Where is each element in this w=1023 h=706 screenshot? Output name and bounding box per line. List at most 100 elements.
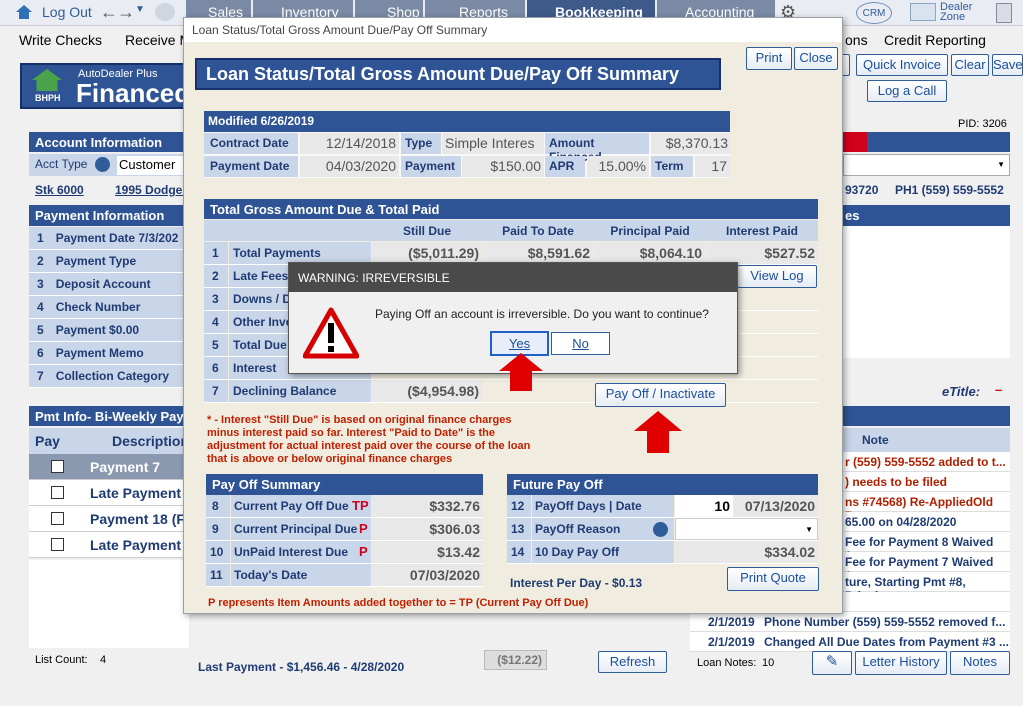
payment-info-row[interactable]: 6 Payment Memo [29, 342, 189, 365]
table-row[interactable]: Late Payment [29, 480, 189, 506]
print-quote-button[interactable]: Print Quote [727, 567, 819, 591]
pid-label: PID: 3206 [958, 118, 1007, 130]
payment-info-row[interactable]: 1 Payment Date 7/3/202 [29, 227, 189, 250]
apr-value: 15.00% [587, 156, 649, 177]
no-button[interactable]: No [551, 332, 610, 355]
table-row[interactable]: Payment 18 (F [29, 506, 189, 532]
loan-notes-label: Loan Notes: [697, 657, 757, 669]
chevron-down-icon: ▼ [805, 525, 813, 534]
menu-write-checks[interactable]: Write Checks [19, 32, 102, 48]
menu-credit-reporting[interactable]: Credit Reporting [884, 32, 986, 48]
dealer-zone-label[interactable]: Dealer Zone [940, 2, 980, 23]
col-pay[interactable]: Pay [35, 433, 60, 449]
col-still-due: Still Due [402, 224, 451, 238]
close-button[interactable]: Close [794, 47, 838, 70]
payoff-reason-lookup-icon[interactable] [653, 522, 668, 537]
payment-label: Payment [401, 156, 461, 177]
account-info-header: Account Information [29, 132, 189, 152]
crm-icon[interactable]: CRM [856, 2, 892, 24]
notes-button[interactable]: Notes [950, 651, 1010, 675]
yes-button[interactable]: Yes [490, 331, 549, 356]
etitle-label: eTitle: [942, 384, 981, 399]
dropdown-arrow-icon[interactable]: ▼ [135, 4, 145, 15]
clear-button[interactable]: Clear [951, 54, 989, 76]
bottom-amount: ($12.22) [484, 650, 547, 670]
payment-info-row[interactable]: 5 Payment $0.00 [29, 319, 189, 342]
list-count-label: List Count: [35, 654, 88, 666]
term-value: 17 [695, 156, 730, 177]
refresh-button[interactable]: Refresh [598, 651, 667, 673]
col-description[interactable]: Description [112, 433, 189, 449]
view-log-button[interactable]: View Log [737, 265, 817, 288]
user-icon[interactable] [155, 3, 175, 21]
log-a-call-button[interactable]: Log a Call [867, 80, 947, 102]
notes-header-bar [843, 406, 1010, 426]
payment-date-value: 04/03/2020 [300, 156, 399, 177]
table-row: 13 PayOff Reason ▼ [507, 518, 818, 541]
calculator-icon[interactable] [996, 3, 1012, 23]
gross-amount-header: Total Gross Amount Due & Total Paid [204, 199, 818, 219]
dialog-title: Loan Status/Total Gross Amount Due/Pay O… [206, 64, 680, 84]
payoff-days-input[interactable]: 10 [675, 495, 733, 517]
payment-date-label: Payment Date [204, 156, 298, 177]
payment-info-row[interactable]: 7 Collection Category [29, 365, 189, 388]
payment-value: $150.00 [462, 156, 544, 177]
payoff-summary-header: Pay Off Summary [206, 474, 483, 495]
payment-info-list: 1 Payment Date 7/3/202 2 Payment Type 3 Dep… [29, 227, 189, 388]
term-label: Term [651, 156, 693, 177]
home-icon[interactable] [15, 4, 33, 20]
acct-type-value[interactable]: Customer [117, 156, 189, 175]
chevron-down-icon: ▼ [997, 160, 1005, 169]
row-checkbox[interactable] [51, 460, 64, 473]
table-row: 14 10 Day Pay Off $334.02 [507, 541, 818, 564]
last-payment-label: Last Payment - $1,456.46 - 4/28/2020 [198, 660, 405, 674]
contract-date-value: 12/14/2018 [300, 133, 399, 154]
row-checkbox[interactable] [51, 538, 64, 551]
logout-link[interactable]: Log Out [42, 4, 92, 20]
apr-label: APR [545, 156, 585, 177]
letter-history-button[interactable]: Letter History [855, 651, 947, 675]
table-row[interactable]: Payment 7 [29, 454, 189, 480]
type-value: Simple Interes [442, 133, 544, 154]
list-item[interactable]: 2/1/2019 Changed All Due Dates from Payme… [690, 632, 1010, 652]
col-principal-paid: Principal Paid [610, 224, 690, 238]
save-button[interactable]: Save [992, 54, 1023, 76]
row-checkbox[interactable] [51, 512, 64, 525]
logo-product: Financed [76, 78, 191, 108]
payoff-reason-select[interactable]: ▼ [675, 518, 818, 540]
payment-info-row[interactable]: 3 Deposit Account [29, 273, 189, 296]
interest-footnote: * - Interest "Still Due" is based on ori… [207, 414, 531, 465]
dialog-title-banner: Loan Status/Total Gross Amount Due/Pay O… [195, 58, 721, 90]
stock-number[interactable]: Stk 6000 [35, 183, 84, 197]
right-select[interactable]: ▼ [843, 154, 1010, 176]
warning-title: WARNING: IRREVERSIBLE [298, 271, 450, 285]
table-row: 12 PayOff Days | Date 10 07/13/2020 [507, 495, 818, 518]
list-item[interactable]: 2/1/2019 Phone Number (559) 559-5552 remo… [690, 612, 1010, 632]
forward-arrow-icon[interactable]: → [117, 2, 135, 23]
modified-date: Modified 6/26/2019 [204, 111, 730, 132]
pen-icon: ✎ [825, 653, 839, 670]
interest-per-day: Interest Per Day - $0.13 [510, 576, 643, 590]
signature-button[interactable]: ✎ [812, 651, 852, 675]
payment-info-row[interactable]: 4 Check Number [29, 296, 189, 319]
app-logo: BHPH AutoDealer Plus Financed [20, 63, 200, 109]
menu-receive[interactable]: Receive M [125, 32, 191, 48]
loan-details: Contract Date 12/14/2018 Type Simple Int… [204, 132, 730, 178]
amount-financed-label: Amount Financed [545, 133, 649, 164]
table-row: 9 Current Principal Due P $306.03 [206, 518, 483, 541]
future-payoff-header: Future Pay Off [507, 474, 818, 495]
pmt-info-header: Pmt Info- Bi-Weekly Pay [29, 406, 189, 426]
payment-info-row[interactable]: 2 Payment Type [29, 250, 189, 273]
acct-type-lookup-icon[interactable] [95, 157, 110, 172]
dealer-zone-icon[interactable] [910, 3, 936, 21]
status-bar-blue [867, 132, 1010, 152]
pay-off-inactivate-button[interactable]: Pay Off / Inactivate [595, 383, 726, 407]
pmt-list-bg [29, 560, 189, 648]
row-checkbox[interactable] [51, 486, 64, 499]
col-note: Note [862, 433, 889, 447]
print-button[interactable]: Print [746, 47, 792, 70]
menu-options[interactable]: ons [845, 32, 868, 48]
table-row[interactable]: Late Payment [29, 532, 189, 558]
back-arrow-icon[interactable]: ← [100, 2, 118, 23]
quick-invoice-button[interactable]: Quick Invoice [856, 54, 948, 76]
